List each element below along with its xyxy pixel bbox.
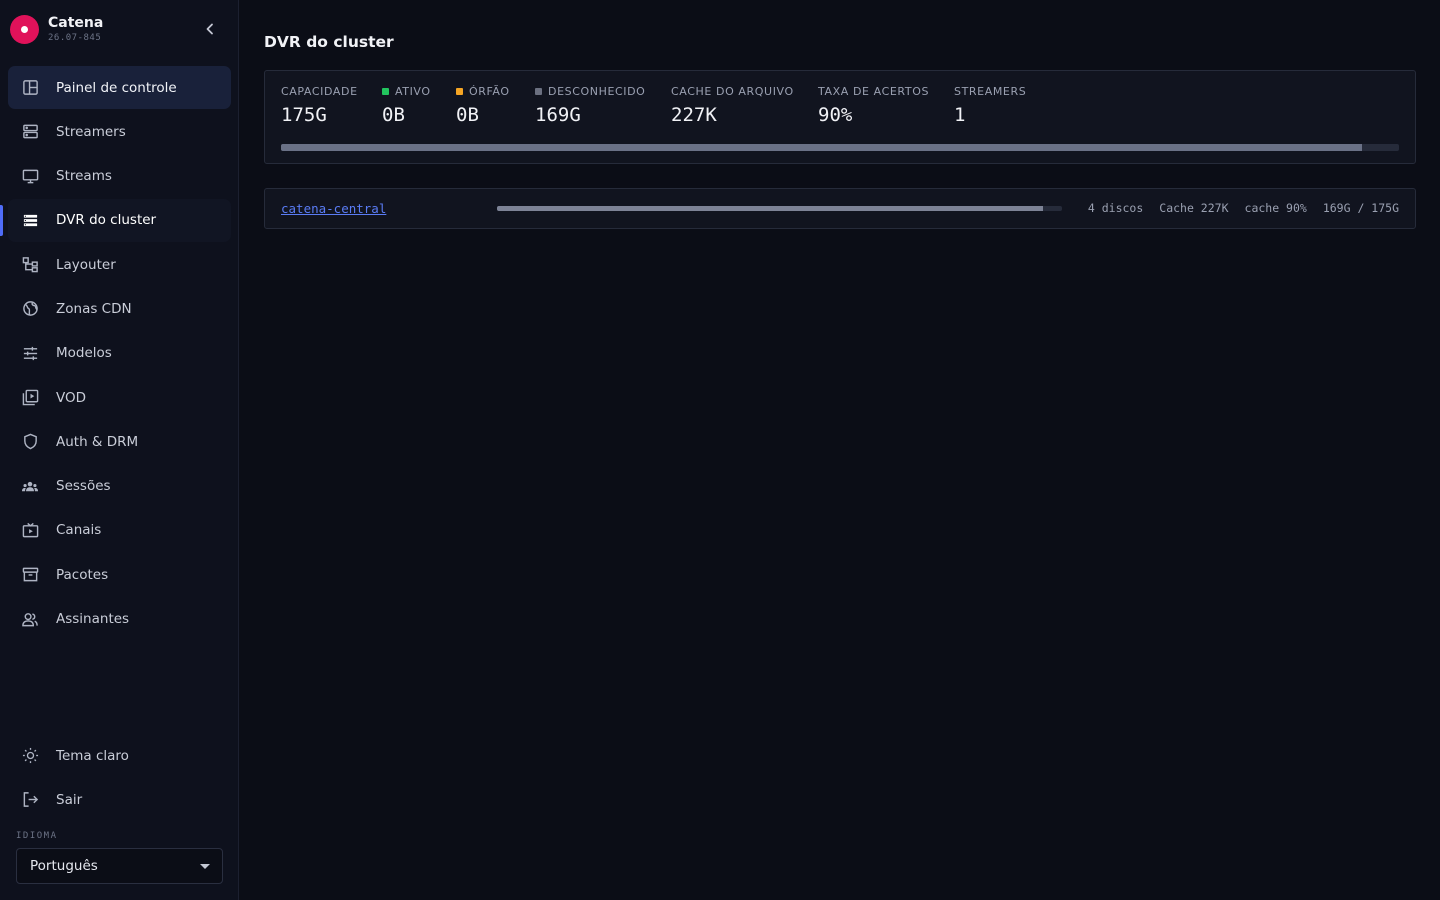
caret-down-icon xyxy=(200,863,210,869)
server-link[interactable]: catena-central xyxy=(281,201,386,216)
theme-toggle-label: Tema claro xyxy=(56,747,129,764)
sidebar: Catena 26.07-845 Painel de controle Stre… xyxy=(0,0,239,900)
brand-name: Catena xyxy=(48,14,104,31)
logout-label: Sair xyxy=(56,791,83,808)
monitor-icon xyxy=(20,166,40,186)
sidebar-item-streamers[interactable]: Streamers xyxy=(8,110,231,153)
stat-cache-do-arquivo: CACHE DO ARQUIVO 227K xyxy=(671,83,794,127)
tv-icon xyxy=(20,520,40,540)
sidebar-item-sessoes[interactable]: Sessões xyxy=(8,465,231,508)
capacity-bar xyxy=(281,144,1399,151)
theme-toggle-button[interactable]: Tema claro xyxy=(8,734,231,777)
collapse-sidebar-button[interactable] xyxy=(198,18,222,40)
stat-label: STREAMERS xyxy=(954,84,1027,98)
sidebar-item-vod[interactable]: VOD xyxy=(8,376,231,419)
sidebar-item-streams[interactable]: Streams xyxy=(8,155,231,198)
sidebar-item-label: Streams xyxy=(56,168,112,185)
cluster-summary-card: CAPACIDADE 175G ATIVO 0B ÓRFÃO 0B DESCON… xyxy=(264,70,1416,164)
sidebar-bottom: Tema claro Sair xyxy=(8,734,231,823)
logout-icon xyxy=(20,790,40,810)
language-selected-value: Português xyxy=(30,858,98,874)
sidebar-item-label: Assinantes xyxy=(56,611,130,628)
server-usage: 169G / 175G xyxy=(1322,201,1399,215)
stat-taxa-de-acertos: TAXA DE ACERTOS 90% xyxy=(818,83,930,127)
stat-label: ÓRFÃO xyxy=(469,84,510,98)
stat-value: 169G xyxy=(535,104,581,126)
sidebar-item-label: Canais xyxy=(56,522,102,539)
sidebar-item-label: Streamers xyxy=(56,123,126,140)
stat-value: 90% xyxy=(818,104,853,126)
page-title: DVR do cluster xyxy=(264,33,394,51)
sidebar-item-assinantes[interactable]: Assinantes xyxy=(8,598,231,641)
server-row: catena-central 4 discos Cache 227K cache… xyxy=(264,188,1416,229)
stat-value: 175G xyxy=(281,104,327,126)
stat-label: TAXA DE ACERTOS xyxy=(818,84,930,98)
stat-value: 0B xyxy=(456,104,479,126)
sidebar-item-layouter[interactable]: Layouter xyxy=(8,243,231,286)
server-hit-rate: cache 90% xyxy=(1244,201,1307,215)
stat-label: CAPACIDADE xyxy=(281,84,358,98)
language-select[interactable]: Português xyxy=(16,848,223,884)
sidebar-nav: Painel de controle Streamers Streams DVR… xyxy=(0,66,231,642)
sliders-icon xyxy=(20,343,40,363)
list-icon xyxy=(20,210,40,230)
server-usage-bar xyxy=(497,206,1062,211)
stat-value: 227K xyxy=(671,104,717,126)
server-metas: 4 discos Cache 227K cache 90% 169G / 175… xyxy=(1088,201,1399,215)
users-icon xyxy=(20,609,40,629)
brand-version: 26.07-845 xyxy=(48,32,102,43)
brand[interactable]: Catena 26.07-845 xyxy=(10,12,103,46)
stat-streamers: STREAMERS 1 xyxy=(954,83,1027,127)
sidebar-item-dvr-do-cluster[interactable]: DVR do cluster xyxy=(0,198,231,242)
capacity-bar-fill xyxy=(281,144,1363,151)
sidebar-item-painel[interactable]: Painel de controle xyxy=(8,66,231,109)
sidebar-item-auth-drm[interactable]: Auth & DRM xyxy=(8,420,231,463)
sidebar-item-label: Pacotes xyxy=(56,566,109,583)
stat-orfao: ÓRFÃO 0B xyxy=(456,83,510,126)
sidebar-item-zonas-cdn[interactable]: Zonas CDN xyxy=(8,287,231,330)
stat-label: DESCONHECIDO xyxy=(548,84,646,98)
stat-label: ATIVO xyxy=(395,84,431,98)
stat-ativo: ATIVO 0B xyxy=(382,83,431,126)
sidebar-item-label: Painel de controle xyxy=(56,79,177,96)
shield-icon xyxy=(20,432,40,452)
sidebar-item-label: Sessões xyxy=(56,478,111,495)
stat-value: 0B xyxy=(382,104,405,126)
sidebar-item-label: Zonas CDN xyxy=(56,300,132,317)
stat-value: 1 xyxy=(954,104,966,126)
sidebar-item-label: Layouter xyxy=(56,256,116,273)
server-disks: 4 discos xyxy=(1087,201,1144,215)
dashboard-icon xyxy=(20,78,40,98)
sidebar-item-label: DVR do cluster xyxy=(56,212,157,229)
sidebar-item-canais[interactable]: Canais xyxy=(8,509,231,552)
status-dot-gray xyxy=(535,87,542,95)
stat-label: CACHE DO ARQUIVO xyxy=(671,84,794,98)
globe-icon xyxy=(20,299,40,319)
sidebar-item-pacotes[interactable]: Pacotes xyxy=(8,553,231,596)
server-cache: Cache 227K xyxy=(1159,201,1229,215)
layout-tree-icon xyxy=(20,255,40,275)
sidebar-item-label: Modelos xyxy=(56,345,112,362)
stat-desconhecido: DESCONHECIDO 169G xyxy=(535,83,645,126)
chevron-left-icon xyxy=(206,23,213,35)
brand-logo-icon xyxy=(10,14,39,44)
status-dot-green xyxy=(382,87,389,95)
server-icon xyxy=(20,122,40,142)
group-icon xyxy=(20,476,40,496)
status-dot-orange xyxy=(456,87,463,95)
video-library-icon xyxy=(20,388,40,408)
sun-icon xyxy=(20,746,40,766)
archive-icon xyxy=(20,565,40,585)
language-label: IDIOMA xyxy=(16,831,58,841)
server-usage-bar-fill xyxy=(497,206,1044,211)
stat-capacidade: CAPACIDADE 175G xyxy=(281,83,358,127)
logout-button[interactable]: Sair xyxy=(8,778,231,821)
sidebar-item-label: Auth & DRM xyxy=(56,433,139,450)
sidebar-item-modelos[interactable]: Modelos xyxy=(8,332,231,375)
sidebar-item-label: VOD xyxy=(56,389,87,406)
